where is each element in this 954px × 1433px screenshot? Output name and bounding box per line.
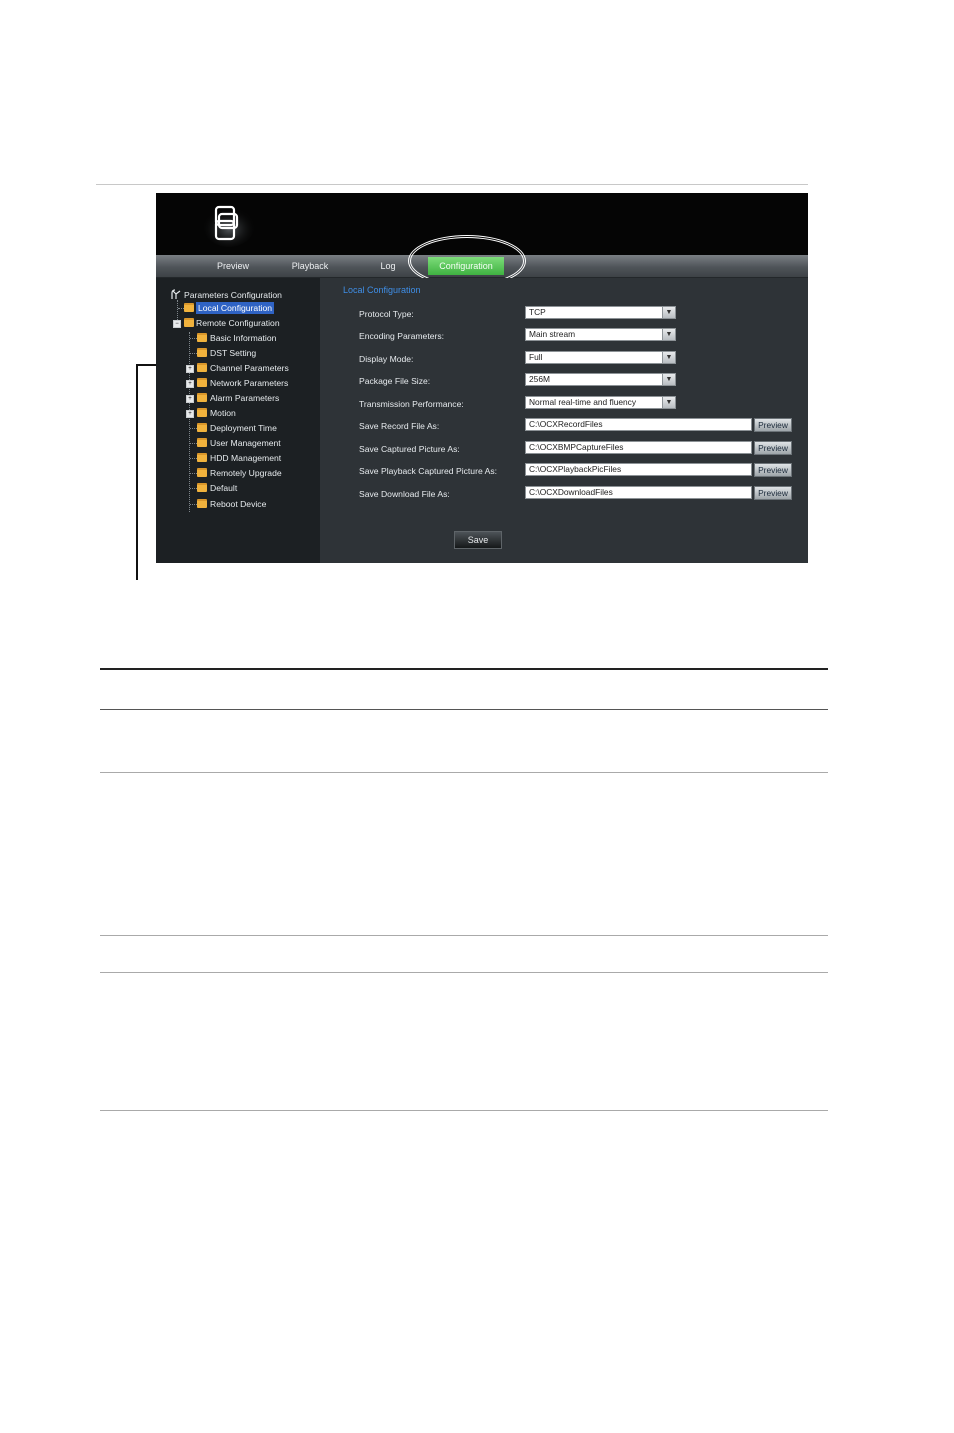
folder-icon bbox=[197, 363, 207, 372]
tree-item-local-configuration[interactable]: Local Configuration bbox=[196, 302, 275, 314]
folder-icon bbox=[184, 303, 194, 312]
display-mode-select[interactable]: Full ▼ bbox=[525, 351, 676, 364]
tree-connector bbox=[190, 338, 197, 339]
collapse-icon[interactable]: − bbox=[173, 320, 181, 328]
tree-connector bbox=[190, 473, 197, 474]
package-file-size-label: Package File Size: bbox=[359, 376, 431, 386]
network-tree-icon bbox=[171, 289, 181, 299]
folder-icon bbox=[197, 423, 207, 432]
save-captured-picture-label: Save Captured Picture As: bbox=[359, 444, 460, 454]
callout-line bbox=[136, 364, 138, 580]
preview-download-file-button[interactable]: Preview bbox=[754, 486, 792, 500]
transmission-performance-label: Transmission Performance: bbox=[359, 399, 464, 409]
configuration-screenshot: Preview Playback Log Configuration Param… bbox=[156, 193, 808, 563]
folder-icon bbox=[184, 318, 194, 327]
save-button[interactable]: Save bbox=[454, 531, 502, 549]
expand-icon[interactable]: + bbox=[186, 365, 194, 373]
tree-item-remote-configuration[interactable]: Remote Configuration bbox=[196, 317, 280, 329]
chevron-down-icon[interactable]: ▼ bbox=[662, 307, 675, 318]
top-rule bbox=[96, 184, 808, 185]
folder-icon bbox=[197, 393, 207, 402]
chevron-down-icon[interactable]: ▼ bbox=[662, 374, 675, 385]
expand-icon[interactable]: + bbox=[186, 410, 194, 418]
chevron-down-icon[interactable]: ▼ bbox=[662, 397, 675, 408]
save-record-file-label: Save Record File As: bbox=[359, 421, 440, 431]
tree-connector bbox=[190, 488, 197, 489]
save-download-file-input[interactable]: C:\OCXDownloadFiles bbox=[525, 486, 752, 499]
tree-item-hdd-management[interactable]: HDD Management bbox=[210, 452, 281, 464]
table-rule-1 bbox=[100, 668, 828, 670]
folder-icon bbox=[197, 499, 207, 508]
expand-icon[interactable]: + bbox=[186, 395, 194, 403]
chevron-down-icon[interactable]: ▼ bbox=[662, 352, 675, 363]
transmission-performance-value: Normal real-time and fluency bbox=[529, 397, 637, 407]
package-file-size-select[interactable]: 256M ▼ bbox=[525, 373, 676, 386]
save-playback-picture-label: Save Playback Captured Picture As: bbox=[359, 466, 498, 476]
encoding-parameters-select[interactable]: Main stream ▼ bbox=[525, 328, 676, 341]
tree-item-alarm-parameters[interactable]: Alarm Parameters bbox=[210, 392, 279, 404]
tree-item-basic-information[interactable]: Basic Information bbox=[210, 332, 276, 344]
preview-record-button[interactable]: Preview bbox=[754, 418, 792, 432]
chevron-down-icon[interactable]: ▼ bbox=[662, 329, 675, 340]
tab-configuration[interactable]: Configuration bbox=[428, 257, 504, 275]
preview-captured-picture-button[interactable]: Preview bbox=[754, 441, 792, 455]
folder-icon bbox=[197, 438, 207, 447]
tree-connector bbox=[190, 428, 197, 429]
table-rule-2 bbox=[100, 709, 828, 710]
tree-item-network-parameters[interactable]: Network Parameters bbox=[210, 377, 288, 389]
tree-connector bbox=[190, 443, 197, 444]
preview-playback-picture-button[interactable]: Preview bbox=[754, 463, 792, 477]
tree-item-user-management[interactable]: User Management bbox=[210, 437, 281, 449]
tree-item-motion[interactable]: Motion bbox=[210, 407, 236, 419]
table-rule-4 bbox=[100, 935, 828, 936]
tab-preview[interactable]: Preview bbox=[206, 255, 260, 277]
tab-playback[interactable]: Playback bbox=[282, 255, 338, 277]
package-file-size-value: 256M bbox=[529, 374, 550, 384]
encoding-parameters-value: Main stream bbox=[529, 329, 576, 339]
stacked-squares-logo-icon bbox=[204, 205, 254, 247]
parameters-tree: Parameters Configuration Local Configura… bbox=[156, 278, 320, 563]
table-rule-3 bbox=[100, 772, 828, 773]
tree-item-default[interactable]: Default bbox=[210, 482, 237, 494]
folder-icon bbox=[197, 333, 207, 342]
tree-item-dst-setting[interactable]: DST Setting bbox=[210, 347, 256, 359]
app-header bbox=[156, 193, 808, 255]
tree-connector bbox=[189, 332, 190, 512]
table-rule-6 bbox=[100, 1110, 828, 1111]
protocol-type-label: Protocol Type: bbox=[359, 309, 414, 319]
folder-icon bbox=[197, 468, 207, 477]
folder-icon bbox=[197, 378, 207, 387]
tree-connector bbox=[190, 353, 197, 354]
display-mode-value: Full bbox=[529, 352, 543, 362]
tree-item-remotely-upgrade[interactable]: Remotely Upgrade bbox=[210, 467, 282, 479]
tab-log[interactable]: Log bbox=[368, 255, 408, 277]
display-mode-label: Display Mode: bbox=[359, 354, 414, 364]
tree-connector bbox=[190, 458, 197, 459]
transmission-performance-select[interactable]: Normal real-time and fluency ▼ bbox=[525, 396, 676, 409]
save-download-file-label: Save Download File As: bbox=[359, 489, 450, 499]
tree-root-label[interactable]: Parameters Configuration bbox=[184, 289, 282, 301]
folder-icon bbox=[197, 453, 207, 462]
local-configuration-panel: Local Configuration Protocol Type: TCP ▼… bbox=[320, 278, 808, 563]
protocol-type-value: TCP bbox=[529, 307, 546, 317]
protocol-type-select[interactable]: TCP ▼ bbox=[525, 306, 676, 319]
tree-item-deployment-time[interactable]: Deployment Time bbox=[210, 422, 277, 434]
folder-icon bbox=[197, 408, 207, 417]
tree-connector bbox=[190, 504, 197, 505]
save-playback-picture-input[interactable]: C:\OCXPlaybackPicFiles bbox=[525, 463, 752, 476]
tree-item-reboot-device[interactable]: Reboot Device bbox=[210, 498, 266, 510]
encoding-parameters-label: Encoding Parameters: bbox=[359, 331, 445, 341]
expand-icon[interactable]: + bbox=[186, 380, 194, 388]
table-rule-5 bbox=[100, 972, 828, 973]
save-captured-picture-input[interactable]: C:\OCXBMPCaptureFiles bbox=[525, 441, 752, 454]
panel-title: Local Configuration bbox=[343, 285, 421, 295]
save-record-file-input[interactable]: C:\OCXRecordFiles bbox=[525, 418, 752, 431]
folder-icon bbox=[197, 483, 207, 492]
tree-item-channel-parameters[interactable]: Channel Parameters bbox=[210, 362, 289, 374]
folder-icon bbox=[197, 348, 207, 357]
